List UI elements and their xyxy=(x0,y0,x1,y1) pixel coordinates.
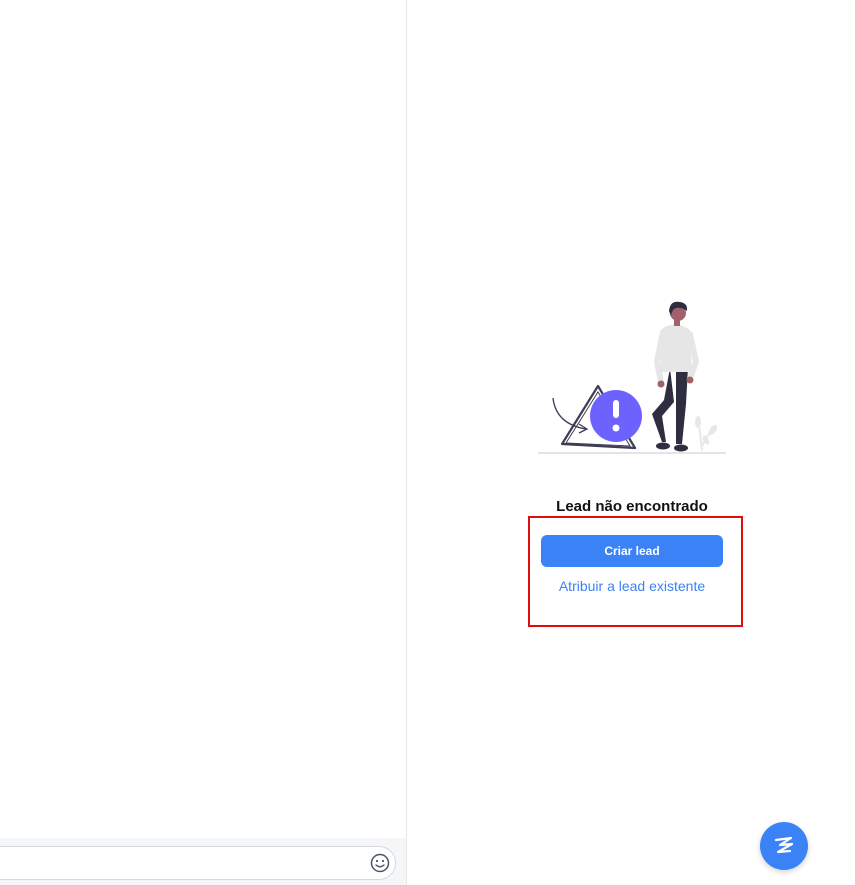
empty-state-title: Lead não encontrado xyxy=(556,498,708,515)
conversation-pane xyxy=(0,0,406,885)
warning-person-illustration xyxy=(538,301,726,454)
message-input[interactable] xyxy=(0,846,396,880)
assign-existing-lead-link[interactable]: Atribuir a lead existente xyxy=(541,578,723,594)
smiley-icon[interactable] xyxy=(369,852,391,874)
highlight-box xyxy=(528,516,743,627)
chat-logo-icon xyxy=(774,836,794,854)
chat-fab-button[interactable] xyxy=(760,822,808,870)
create-lead-button[interactable]: Criar lead xyxy=(541,535,723,567)
